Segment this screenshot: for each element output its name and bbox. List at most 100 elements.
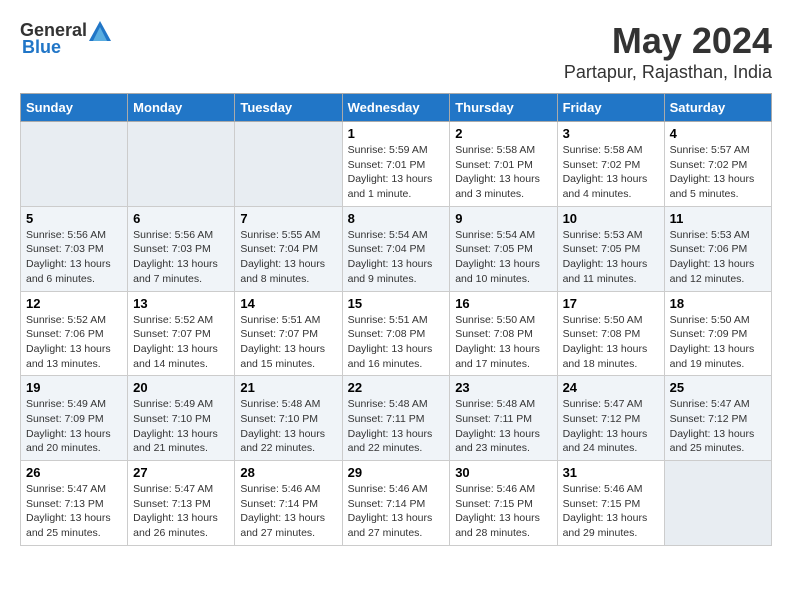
calendar-cell: 11 Sunrise: 5:53 AM Sunset: 7:06 PM Dayli… (664, 206, 771, 291)
day-info: Sunrise: 5:54 AM Sunset: 7:04 PM Dayligh… (348, 228, 445, 287)
day-info: Sunrise: 5:46 AM Sunset: 7:14 PM Dayligh… (240, 482, 336, 541)
logo-blue-text: Blue (22, 37, 61, 58)
day-number: 27 (133, 465, 229, 480)
day-info: Sunrise: 5:48 AM Sunset: 7:11 PM Dayligh… (455, 397, 551, 456)
day-number: 8 (348, 211, 445, 226)
day-number: 1 (348, 126, 445, 141)
day-info: Sunrise: 5:47 AM Sunset: 7:12 PM Dayligh… (670, 397, 766, 456)
calendar-cell: 1 Sunrise: 5:59 AM Sunset: 7:01 PM Daylig… (342, 122, 450, 207)
day-info: Sunrise: 5:56 AM Sunset: 7:03 PM Dayligh… (133, 228, 229, 287)
day-info: Sunrise: 5:52 AM Sunset: 7:06 PM Dayligh… (26, 313, 122, 372)
day-number: 19 (26, 380, 122, 395)
day-info: Sunrise: 5:57 AM Sunset: 7:02 PM Dayligh… (670, 143, 766, 202)
logo-icon (89, 21, 111, 41)
calendar-cell: 12 Sunrise: 5:52 AM Sunset: 7:06 PM Dayli… (21, 291, 128, 376)
calendar-cell (664, 461, 771, 546)
calendar-cell: 5Sunrise: 5:56 AM Sunset: 7:03 PM Daylig… (21, 206, 128, 291)
day-info: Sunrise: 5:46 AM Sunset: 7:15 PM Dayligh… (455, 482, 551, 541)
day-number: 3 (563, 126, 659, 141)
day-header-monday: Monday (128, 94, 235, 122)
day-number: 18 (670, 296, 766, 311)
day-number: 6 (133, 211, 229, 226)
header-row: SundayMondayTuesdayWednesdayThursdayFrid… (21, 94, 772, 122)
day-info: Sunrise: 5:49 AM Sunset: 7:10 PM Dayligh… (133, 397, 229, 456)
day-header-wednesday: Wednesday (342, 94, 450, 122)
day-info: Sunrise: 5:53 AM Sunset: 7:05 PM Dayligh… (563, 228, 659, 287)
day-number: 12 (26, 296, 122, 311)
calendar-cell: 2 Sunrise: 5:58 AM Sunset: 7:01 PM Daylig… (450, 122, 557, 207)
day-info: Sunrise: 5:58 AM Sunset: 7:01 PM Dayligh… (455, 143, 551, 202)
calendar-cell: 19 Sunrise: 5:49 AM Sunset: 7:09 PM Dayli… (21, 376, 128, 461)
calendar-cell: 21 Sunrise: 5:48 AM Sunset: 7:10 PM Dayli… (235, 376, 342, 461)
day-info: Sunrise: 5:54 AM Sunset: 7:05 PM Dayligh… (455, 228, 551, 287)
day-number: 15 (348, 296, 445, 311)
title-area: May 2024 Partapur, Rajasthan, India (564, 20, 772, 83)
week-row-1: 1 Sunrise: 5:59 AM Sunset: 7:01 PM Daylig… (21, 122, 772, 207)
calendar-cell: 10 Sunrise: 5:53 AM Sunset: 7:05 PM Dayli… (557, 206, 664, 291)
day-info: Sunrise: 5:56 AM Sunset: 7:03 PM Dayligh… (26, 228, 122, 287)
day-info: Sunrise: 5:58 AM Sunset: 7:02 PM Dayligh… (563, 143, 659, 202)
day-info: Sunrise: 5:49 AM Sunset: 7:09 PM Dayligh… (26, 397, 122, 456)
day-number: 17 (563, 296, 659, 311)
calendar-cell: 22 Sunrise: 5:48 AM Sunset: 7:11 PM Dayli… (342, 376, 450, 461)
calendar-cell: 17Sunrise: 5:50 AM Sunset: 7:08 PM Dayli… (557, 291, 664, 376)
calendar-cell: 8 Sunrise: 5:54 AM Sunset: 7:04 PM Daylig… (342, 206, 450, 291)
day-info: Sunrise: 5:50 AM Sunset: 7:08 PM Dayligh… (455, 313, 551, 372)
calendar-cell: 23 Sunrise: 5:48 AM Sunset: 7:11 PM Dayli… (450, 376, 557, 461)
day-header-sunday: Sunday (21, 94, 128, 122)
day-info: Sunrise: 5:52 AM Sunset: 7:07 PM Dayligh… (133, 313, 229, 372)
calendar-cell: 4 Sunrise: 5:57 AM Sunset: 7:02 PM Daylig… (664, 122, 771, 207)
day-number: 21 (240, 380, 336, 395)
calendar-table: SundayMondayTuesdayWednesdayThursdayFrid… (20, 93, 772, 546)
header: General Blue May 2024 Partapur, Rajastha… (20, 20, 772, 83)
week-row-5: 26Sunrise: 5:47 AM Sunset: 7:13 PM Dayli… (21, 461, 772, 546)
calendar-cell: 7Sunrise: 5:55 AM Sunset: 7:04 PM Daylig… (235, 206, 342, 291)
calendar-cell (235, 122, 342, 207)
subtitle: Partapur, Rajasthan, India (564, 62, 772, 83)
week-row-3: 12 Sunrise: 5:52 AM Sunset: 7:06 PM Dayli… (21, 291, 772, 376)
day-info: Sunrise: 5:46 AM Sunset: 7:14 PM Dayligh… (348, 482, 445, 541)
day-info: Sunrise: 5:53 AM Sunset: 7:06 PM Dayligh… (670, 228, 766, 287)
day-number: 2 (455, 126, 551, 141)
calendar-cell: 15 Sunrise: 5:51 AM Sunset: 7:08 PM Dayli… (342, 291, 450, 376)
day-number: 29 (348, 465, 445, 480)
week-row-4: 19 Sunrise: 5:49 AM Sunset: 7:09 PM Dayli… (21, 376, 772, 461)
day-info: Sunrise: 5:48 AM Sunset: 7:10 PM Dayligh… (240, 397, 336, 456)
day-number: 16 (455, 296, 551, 311)
calendar-cell: 26Sunrise: 5:47 AM Sunset: 7:13 PM Dayli… (21, 461, 128, 546)
day-number: 22 (348, 380, 445, 395)
day-header-tuesday: Tuesday (235, 94, 342, 122)
calendar-cell: 24Sunrise: 5:47 AM Sunset: 7:12 PM Dayli… (557, 376, 664, 461)
week-row-2: 5Sunrise: 5:56 AM Sunset: 7:03 PM Daylig… (21, 206, 772, 291)
main-title: May 2024 (564, 20, 772, 62)
day-number: 9 (455, 211, 551, 226)
day-info: Sunrise: 5:48 AM Sunset: 7:11 PM Dayligh… (348, 397, 445, 456)
day-number: 14 (240, 296, 336, 311)
day-info: Sunrise: 5:55 AM Sunset: 7:04 PM Dayligh… (240, 228, 336, 287)
day-info: Sunrise: 5:47 AM Sunset: 7:13 PM Dayligh… (26, 482, 122, 541)
day-number: 11 (670, 211, 766, 226)
calendar-cell: 27Sunrise: 5:47 AM Sunset: 7:13 PM Dayli… (128, 461, 235, 546)
calendar-cell: 9 Sunrise: 5:54 AM Sunset: 7:05 PM Daylig… (450, 206, 557, 291)
day-number: 4 (670, 126, 766, 141)
calendar-cell: 20 Sunrise: 5:49 AM Sunset: 7:10 PM Dayli… (128, 376, 235, 461)
day-number: 20 (133, 380, 229, 395)
day-info: Sunrise: 5:51 AM Sunset: 7:07 PM Dayligh… (240, 313, 336, 372)
calendar-cell: 3 Sunrise: 5:58 AM Sunset: 7:02 PM Daylig… (557, 122, 664, 207)
day-header-thursday: Thursday (450, 94, 557, 122)
day-info: Sunrise: 5:59 AM Sunset: 7:01 PM Dayligh… (348, 143, 445, 202)
day-number: 23 (455, 380, 551, 395)
day-number: 10 (563, 211, 659, 226)
calendar-cell: 28 Sunrise: 5:46 AM Sunset: 7:14 PM Dayli… (235, 461, 342, 546)
day-number: 24 (563, 380, 659, 395)
day-number: 30 (455, 465, 551, 480)
calendar-cell: 30 Sunrise: 5:46 AM Sunset: 7:15 PM Dayli… (450, 461, 557, 546)
day-number: 25 (670, 380, 766, 395)
calendar-cell: 14 Sunrise: 5:51 AM Sunset: 7:07 PM Dayli… (235, 291, 342, 376)
day-number: 13 (133, 296, 229, 311)
calendar-cell (128, 122, 235, 207)
calendar-cell (21, 122, 128, 207)
logo: General Blue (20, 20, 111, 58)
day-number: 28 (240, 465, 336, 480)
day-info: Sunrise: 5:51 AM Sunset: 7:08 PM Dayligh… (348, 313, 445, 372)
